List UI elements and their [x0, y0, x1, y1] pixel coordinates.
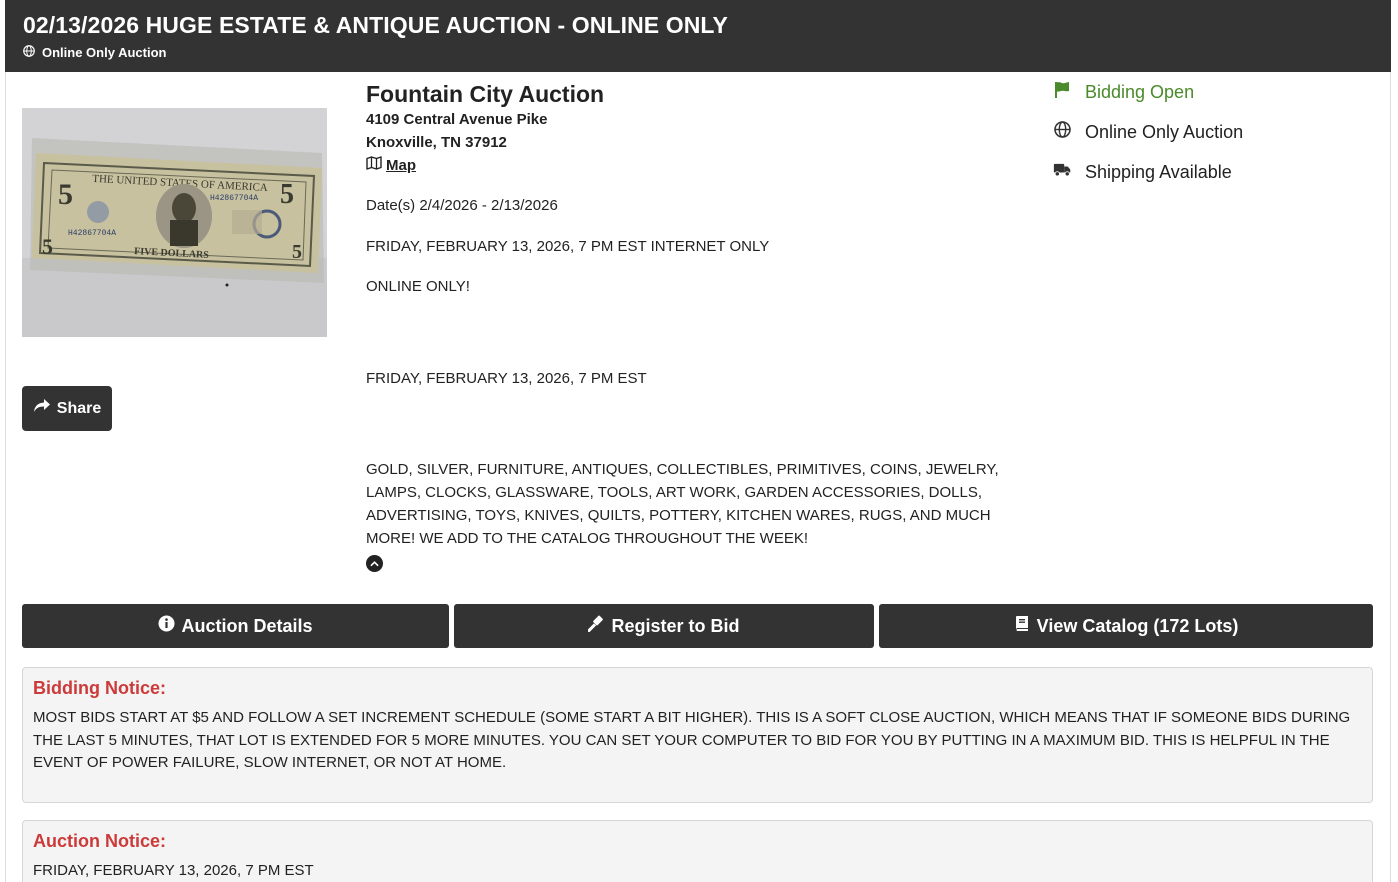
- status-bidding-text: Bidding Open: [1085, 81, 1195, 102]
- auctioneer-street: 4109 Central Avenue Pike: [366, 111, 548, 128]
- auction-schedule-line: FRIDAY, FEBRUARY 13, 2026, 7 PM EST INTE…: [366, 238, 770, 255]
- flag-icon: [1053, 81, 1072, 103]
- page-title: 02/13/2026 HUGE ESTATE & ANTIQUE AUCTION…: [23, 12, 728, 38]
- map-icon: [366, 154, 382, 177]
- globe-icon: [23, 45, 35, 60]
- book-icon: [1014, 615, 1031, 637]
- status-shipping: Shipping Available: [1053, 160, 1243, 184]
- subtitle-text: Online Only Auction: [42, 45, 167, 60]
- view-catalog-button[interactable]: View Catalog (172 Lots): [879, 604, 1373, 648]
- auction-photo[interactable]: THE UNITED STATES OF AMERICA 5 5 5 5 H42…: [22, 108, 327, 337]
- view-catalog-label: View Catalog (172 Lots): [1036, 615, 1239, 636]
- auction-type-subtitle: Online Only Auction: [23, 45, 166, 60]
- auction-notice: Auction Notice: FRIDAY, FEBRUARY 13, 202…: [22, 820, 1373, 882]
- online-only-line: ONLINE ONLY!: [366, 278, 470, 295]
- share-label: Share: [56, 399, 102, 417]
- svg-text:H42867704A: H42867704A: [68, 229, 116, 238]
- bidding-notice-body: MOST BIDS START AT $5 AND FOLLOW A SET I…: [33, 709, 1351, 771]
- register-to-bid-label: Register to Bid: [611, 615, 740, 636]
- auction-notice-title: Auction Notice:: [33, 831, 166, 851]
- status-type-text: Online Only Auction: [1085, 121, 1244, 142]
- auctioneer-city: Knoxville, TN 37912: [366, 134, 507, 151]
- status-shipping-text: Shipping Available: [1085, 161, 1232, 182]
- auction-end-line: FRIDAY, FEBRUARY 13, 2026, 7 PM EST: [366, 370, 647, 387]
- globe-icon: [1053, 121, 1072, 143]
- share-icon: [33, 398, 51, 419]
- svg-text:H42867704A: H42867704A: [210, 194, 258, 203]
- auction-dates: Date(s) 2/4/2026 - 2/13/2026: [366, 197, 558, 214]
- bidding-notice-title: Bidding Notice:: [33, 678, 166, 698]
- auction-status-list: Bidding Open Online Only Auction Shippin…: [1053, 80, 1243, 200]
- map-link[interactable]: Map: [366, 154, 1026, 177]
- map-label: Map: [386, 157, 416, 174]
- gavel-icon: [587, 615, 605, 637]
- register-to-bid-button[interactable]: Register to Bid: [454, 604, 874, 648]
- auctioneer-info: Fountain City Auction 4109 Central Avenu…: [366, 80, 1026, 177]
- auction-notice-body: FRIDAY, FEBRUARY 13, 2026, 7 PM EST: [33, 862, 314, 879]
- svg-text:5: 5: [42, 234, 53, 259]
- auctioneer-name: Fountain City Auction: [366, 81, 605, 107]
- auction-description: GOLD, SILVER, FURNITURE, ANTIQUES, COLLE…: [366, 461, 999, 547]
- bidding-notice: Bidding Notice: MOST BIDS START AT $5 AN…: [22, 667, 1373, 803]
- svg-text:5: 5: [292, 241, 302, 263]
- auction-header: 02/13/2026 HUGE ESTATE & ANTIQUE AUCTION…: [5, 0, 1391, 72]
- truck-icon: [1053, 161, 1072, 183]
- svg-text:5: 5: [58, 178, 73, 211]
- status-bidding-open: Bidding Open: [1053, 80, 1243, 104]
- info-icon: [158, 615, 175, 637]
- auction-details-label: Auction Details: [181, 615, 313, 636]
- svg-text:5: 5: [280, 179, 294, 210]
- share-button[interactable]: Share: [22, 386, 112, 431]
- status-online-only: Online Only Auction: [1053, 120, 1243, 144]
- auction-details-button[interactable]: Auction Details: [22, 604, 449, 648]
- chevron-up-icon[interactable]: [366, 555, 383, 572]
